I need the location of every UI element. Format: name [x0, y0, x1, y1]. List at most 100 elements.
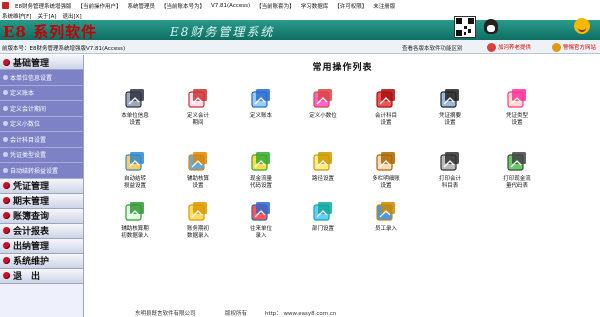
bullet-icon: [3, 90, 8, 96]
support-link[interactable]: 加河养老提供: [487, 42, 531, 52]
footer-website[interactable]: http： www.easy8.com.cn: [265, 309, 336, 317]
support-icon: [487, 42, 496, 52]
tile-label: 辅助核算期 初数据录入: [121, 226, 149, 239]
bullet-icon: [3, 74, 8, 80]
menu-exit[interactable]: 退出[X]: [63, 12, 82, 20]
brand-logo: E8 系列软件: [3, 23, 98, 40]
tile-label: 本单位信息 设置: [121, 113, 149, 126]
pen-book-icon: [507, 89, 526, 108]
sidebar-item-label: 定义会计期间: [10, 105, 47, 113]
title-tab: 学习数据库: [300, 3, 329, 10]
notebook-icon: [440, 89, 459, 108]
sidebar-group-maintenance[interactable]: 系统维护: [0, 253, 83, 269]
sidebar-item-voucher-type[interactable]: 凭证类型设置: [0, 148, 83, 163]
header-banner: E8 系列软件 E8财务管理系统: [0, 20, 600, 40]
bullet-icon: [3, 167, 8, 173]
group-label: 系统维护: [13, 257, 50, 267]
tile-label: 定义会计 期间: [186, 113, 209, 126]
cursor-arrow-icon: [251, 202, 270, 221]
shortcut-tile[interactable]: 现金流量 代码设置: [233, 150, 289, 194]
support-label: 加河养老提供: [498, 45, 532, 51]
sidebar-item-ledger[interactable]: 定义账本: [0, 86, 83, 101]
smiley-icon[interactable]: [574, 18, 590, 34]
tile-label: 打印会计 科目表: [438, 176, 461, 189]
shortcut-tile[interactable]: 打印现金流 量代码表: [489, 150, 545, 194]
shortcut-tile[interactable]: 本单位信息 设置: [107, 87, 163, 131]
bullet-icon: [3, 136, 8, 142]
tile-label: 辅助核算 设置: [186, 176, 209, 189]
menu-system[interactable]: 系统维护[F]: [2, 12, 31, 20]
shortcut-tile[interactable]: 辅助核算 设置: [170, 150, 226, 194]
official-site-link[interactable]: 警惕官方网站: [552, 42, 596, 52]
tile-label: 凭证摘要 设置: [438, 113, 461, 126]
people-icon: [376, 202, 395, 221]
sidebar-item-decimals[interactable]: 定义小数位: [0, 117, 83, 132]
red-dot-icon: [3, 242, 10, 249]
shortcut-tile[interactable]: 打印会计 科目表: [422, 150, 478, 194]
group-label: 退 出: [13, 272, 41, 282]
shortcut-tile[interactable]: 凭证类型 设置: [489, 87, 545, 131]
bullet-icon: [3, 152, 8, 158]
red-dot-icon: [3, 182, 10, 189]
title-tab: 【当前账套为】: [256, 3, 295, 10]
shortcut-tile[interactable]: 辅助核算期 初数据录入: [107, 200, 163, 244]
shortcut-tile[interactable]: 会计科目 设置: [358, 87, 414, 131]
tile-label: 定义账本: [249, 113, 272, 119]
sidebar-item-period[interactable]: 定义会计期间: [0, 101, 83, 117]
shortcut-tile[interactable]: 部门设置: [295, 200, 351, 244]
sidebar-item-label: 本单位信息设置: [10, 74, 53, 82]
red-dot-icon: [3, 257, 10, 264]
e8-finance-app: E8财务管理系统增强版 【当前操作用户】 系统管理员 【当前账本号为】 V7.8…: [0, 0, 600, 317]
shortcut-tile[interactable]: 自动结转 损益设置: [107, 150, 163, 194]
checklist-icon: [125, 202, 144, 221]
bullet-icon: [3, 121, 8, 127]
tile-label: 多栏明细账 设置: [372, 176, 400, 189]
shortcut-tile[interactable]: 路径设置: [295, 150, 351, 194]
tile-label: 员工录入: [374, 226, 397, 232]
hexagon-icon: [313, 152, 332, 171]
title-tab: V7.81(Access): [211, 2, 251, 9]
sidebar-item-auto-transfer[interactable]: 自动结转损益设置: [0, 163, 83, 179]
app-icon: [2, 2, 9, 9]
qq-icon[interactable]: [484, 19, 498, 34]
shortcut-tile[interactable]: 定义账本: [233, 87, 289, 131]
printer-icon: [440, 152, 459, 171]
shortcut-tile[interactable]: 账务期初 数据录入: [170, 200, 226, 244]
cash-flow-icon: [251, 152, 270, 171]
sidebar-group-basic[interactable]: 基础管理: [0, 55, 83, 70]
group-label: 凭证管理: [13, 182, 50, 192]
info-bar: 前版本号：E8财务管理系统增强版V7.81(Access) 查看各版本软件功能区…: [0, 40, 600, 54]
sidebar-group-period-end[interactable]: 期末管理: [0, 193, 83, 209]
shortcut-tile[interactable]: 往来单位 录入: [233, 200, 289, 244]
org-cubes-icon: [313, 202, 332, 221]
red-dot-icon: [3, 197, 10, 204]
window-title-bar: E8财务管理系统增强版 【当前操作用户】 系统管理员 【当前账本号为】 V7.8…: [0, 0, 600, 11]
red-dot-icon: [3, 272, 10, 279]
tile-label: 定义小数位: [309, 113, 337, 119]
sidebar-group-exit[interactable]: 退 出: [0, 268, 83, 284]
title-tab: 系统管理员: [127, 3, 156, 10]
sidebar-group-books[interactable]: 账簿查询: [0, 208, 83, 224]
tile-label: 现金流量 代码设置: [249, 176, 272, 189]
writing-icon: [376, 152, 395, 171]
menu-about[interactable]: 关于[A]: [37, 12, 56, 20]
window-title: E8财务管理系统增强版: [15, 3, 72, 10]
sidebar-group-cashier[interactable]: 出纳管理: [0, 238, 83, 254]
sidebar-group-reports[interactable]: 会计报表: [0, 223, 83, 239]
shortcut-tile[interactable]: 定义小数位: [295, 87, 351, 131]
group-label: 期末管理: [13, 197, 50, 207]
sidebar-item-accounts[interactable]: 会计科目设置: [0, 132, 83, 148]
menu-bar: 系统维护[F] 关于[A] 退出[X]: [0, 11, 600, 20]
sidebar-item-unit-info[interactable]: 本单位信息设置: [0, 70, 83, 86]
group-label: 账簿查询: [13, 212, 50, 222]
sidebar-group-voucher[interactable]: 凭证管理: [0, 178, 83, 194]
tile-label: 路径设置: [311, 176, 334, 182]
qr-code-icon: [454, 16, 476, 38]
shortcut-tile[interactable]: 凭证摘要 设置: [422, 87, 478, 131]
folders-icon: [188, 202, 207, 221]
shortcut-tile[interactable]: 定义会计 期间: [170, 87, 226, 131]
shortcut-tile[interactable]: 员工录入: [358, 200, 414, 244]
title-tab: 【许可权限】: [334, 3, 368, 10]
shortcut-tile[interactable]: 多栏明细账 设置: [358, 150, 414, 194]
compare-versions-link[interactable]: 查看各版本软件功能区别: [402, 44, 463, 52]
